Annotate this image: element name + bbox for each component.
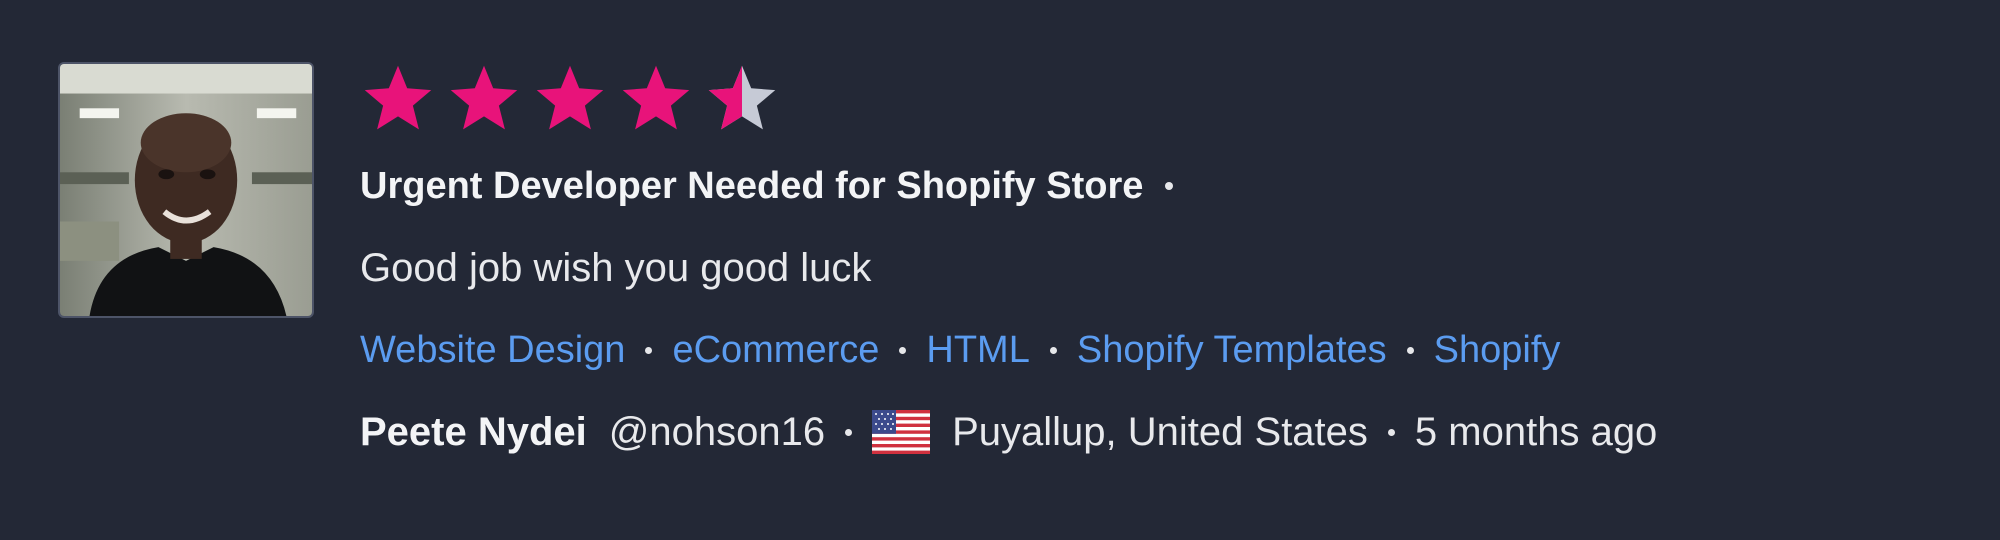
- star-filled-icon: [450, 65, 518, 130]
- separator-dot: [1165, 182, 1174, 190]
- star-filled-icon: [622, 65, 690, 130]
- tag-shopify-templates[interactable]: Shopify Templates: [1077, 329, 1387, 372]
- separator-dot: [1406, 346, 1414, 354]
- tag-website-design[interactable]: Website Design: [360, 329, 625, 372]
- separator-dot: [845, 428, 853, 436]
- star-filled-icon: [536, 65, 604, 130]
- review-title-row: Urgent Developer Needed for Shopify Stor…: [360, 158, 1960, 214]
- review-comment: Good job wish you good luck: [360, 245, 872, 290]
- avatar[interactable]: [58, 62, 314, 318]
- us-flag-icon: [872, 410, 931, 454]
- reviewer-name[interactable]: Peete Nydei: [360, 410, 587, 455]
- reviewer-handle[interactable]: @nohson16: [609, 410, 825, 455]
- star-rating: [360, 60, 1960, 138]
- tag-shopify[interactable]: Shopify: [1434, 329, 1561, 372]
- review-card: Urgent Developer Needed for Shopify Stor…: [0, 0, 2000, 540]
- separator-dot: [645, 346, 653, 354]
- separator-dot: [899, 346, 907, 354]
- review-time: 5 months ago: [1414, 409, 1658, 454]
- separator-dot: [1387, 428, 1395, 436]
- reviewer-location: Puyallup, United States: [952, 409, 1368, 454]
- reviewer-meta: Peete Nydei @nohson16 Puyallup, United S…: [360, 404, 1960, 460]
- separator-dot: [1049, 346, 1057, 354]
- project-title[interactable]: Urgent Developer Needed for Shopify Stor…: [360, 165, 1143, 208]
- tag-ecommerce[interactable]: eCommerce: [672, 329, 879, 372]
- reviewer-photo: [60, 64, 312, 316]
- skill-tags: Website Design eCommerce HTML Shopify Te…: [360, 322, 1960, 378]
- star-half-icon: [708, 65, 776, 130]
- star-filled-icon: [364, 65, 432, 130]
- review-content: Urgent Developer Needed for Shopify Stor…: [360, 60, 1960, 460]
- tag-html[interactable]: HTML: [926, 329, 1029, 372]
